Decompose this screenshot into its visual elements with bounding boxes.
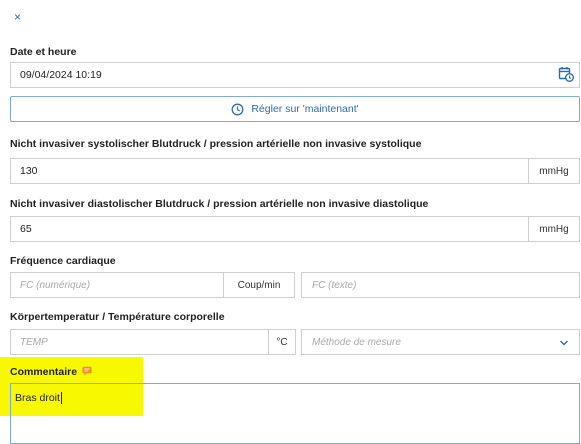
comment-value: Bras droit [15, 392, 62, 405]
clock-icon [231, 103, 244, 115]
comment-icon [82, 366, 92, 376]
chevron-down-icon [560, 340, 568, 346]
set-now-button[interactable]: Régler sur 'maintenant' [10, 96, 580, 122]
comment-label: Commentaire [10, 366, 92, 378]
calendar-clock-icon[interactable] [558, 66, 574, 82]
systolic-input[interactable]: 130 [10, 158, 529, 184]
set-now-label: Régler sur 'maintenant' [251, 103, 359, 115]
heart-rate-label: Fréquence cardiaque [10, 255, 116, 267]
diastolic-label: Nicht invasiver diastolischer Blutdruck … [10, 198, 429, 210]
close-icon[interactable]: × [14, 10, 21, 24]
datetime-label: Date et heure [10, 46, 77, 58]
heart-rate-text-placeholder: FC (texte) [312, 280, 357, 291]
temperature-unit: °C [268, 329, 296, 355]
datetime-value: 09/04/2024 10:19 [20, 69, 102, 81]
heart-rate-numeric-input[interactable]: FC (numérique) [10, 272, 224, 298]
diastolic-unit: mmHg [528, 216, 580, 242]
comment-textarea[interactable]: Bras droit [10, 383, 580, 444]
measurement-method-placeholder: Méthode de mesure [312, 337, 401, 348]
systolic-unit: mmHg [528, 158, 580, 184]
temperature-label: Körpertemperatur / Température corporell… [10, 311, 225, 323]
diastolic-value: 65 [20, 223, 32, 235]
datetime-field[interactable]: 09/04/2024 10:19 [10, 62, 580, 88]
temperature-input[interactable]: TEMP [10, 329, 269, 355]
measurement-method-select[interactable]: Méthode de mesure [301, 329, 580, 355]
systolic-label: Nicht invasiver systolischer Blutdruck /… [10, 138, 422, 150]
temperature-placeholder: TEMP [20, 337, 48, 348]
systolic-value: 130 [20, 165, 38, 177]
heart-rate-numeric-placeholder: FC (numérique) [20, 280, 91, 291]
diastolic-input[interactable]: 65 [10, 216, 529, 242]
heart-rate-unit: Coup/min [223, 272, 295, 298]
heart-rate-text-input[interactable]: FC (texte) [301, 272, 580, 298]
text-cursor [60, 392, 62, 405]
